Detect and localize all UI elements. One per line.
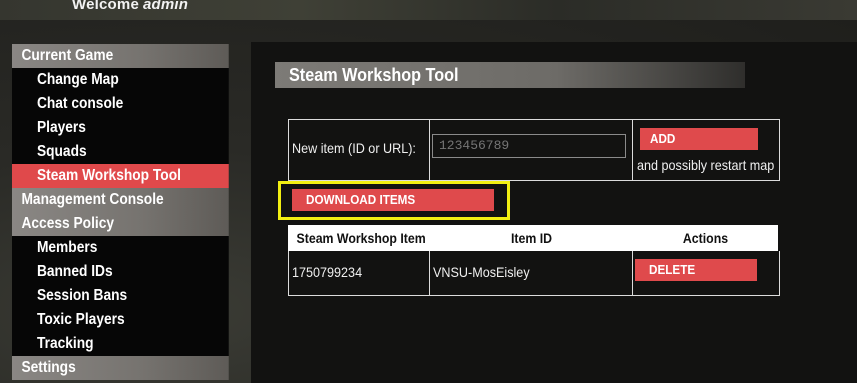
item-id-value: VNSU-MosEisley — [433, 264, 530, 280]
column-header-actions: Actions — [682, 230, 729, 246]
column-header-workshop-item: Steam Workshop Item — [296, 230, 426, 246]
sidebar-item-steam-workshop-tool[interactable]: Steam Workshop Tool — [12, 164, 229, 188]
sidebar-item-toxic-players[interactable]: Toxic Players — [12, 308, 229, 332]
delete-button-label: DELETE — [649, 262, 696, 277]
sidebar-nav: Current Game Change Map Chat console Player… — [12, 44, 230, 380]
username: admin — [142, 0, 189, 13]
add-note: and possibly restart map — [637, 157, 775, 173]
table-divider — [632, 119, 633, 181]
column-header-item-id: Item ID — [510, 230, 553, 246]
sidebar-item-session-bans[interactable]: Session Bans — [12, 284, 229, 308]
sidebar-item-chat-console[interactable]: Chat console — [12, 92, 229, 116]
main-content: Steam Workshop Tool New item (ID or URL)… — [251, 42, 857, 383]
items-table-header: Steam Workshop Item Item ID Actions — [288, 225, 778, 251]
download-items-button[interactable]: DOWNLOAD ITEMS — [292, 189, 494, 211]
sidebar-item-players[interactable]: Players — [12, 116, 229, 140]
sidebar-item-access-policy[interactable]: Access Policy — [12, 212, 229, 236]
page-title-bar: Steam Workshop Tool — [275, 62, 745, 88]
sidebar-item-tracking[interactable]: Tracking — [12, 332, 229, 356]
new-item-label: New item (ID or URL): — [292, 140, 416, 156]
delete-button[interactable]: DELETE — [635, 259, 757, 281]
add-button-label: ADD — [650, 131, 676, 146]
page-title: Steam Workshop Tool — [289, 65, 459, 85]
table-divider — [429, 251, 430, 296]
table-divider — [429, 119, 430, 181]
workshop-item-value: 1750799234 — [292, 264, 363, 280]
sidebar-item-squads[interactable]: Squads — [12, 140, 229, 164]
sidebar-item-management-console[interactable]: Management Console — [12, 188, 229, 212]
table-divider — [632, 251, 633, 296]
welcome-text: Welcome — [72, 0, 139, 13]
sidebar-item-current-game[interactable]: Current Game — [12, 44, 229, 68]
sidebar-item-members[interactable]: Members — [12, 236, 229, 260]
sidebar-item-banned-ids[interactable]: Banned IDs — [12, 260, 229, 284]
new-item-input[interactable] — [432, 134, 626, 158]
top-header: Welcome admin — [0, 0, 857, 20]
add-button[interactable]: ADD — [640, 128, 758, 150]
download-items-label: DOWNLOAD ITEMS — [306, 192, 416, 207]
sidebar-item-settings[interactable]: Settings — [12, 356, 229, 380]
sidebar-item-change-map[interactable]: Change Map — [12, 68, 229, 92]
welcome-message: Welcome admin — [72, 0, 188, 13]
